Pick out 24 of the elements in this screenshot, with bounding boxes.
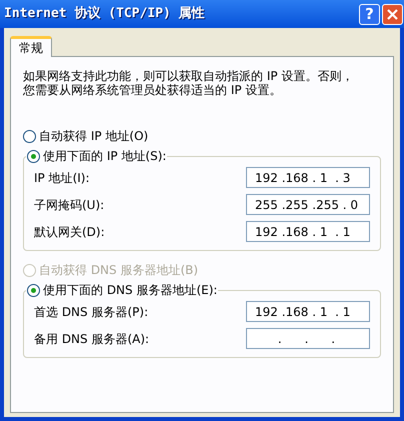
description-line: 您需要从网络系统管理员处获得适当的 IP 设置。	[23, 83, 282, 97]
ip-address-field[interactable]: 255 .255 .255 . 0	[246, 194, 370, 215]
radio-button[interactable]	[27, 284, 40, 296]
help-button[interactable]: ?	[359, 4, 380, 24]
field-label: 备用 DNS 服务器(A):	[34, 330, 150, 348]
ip-address-field[interactable]: . . .	[246, 328, 370, 349]
field-label: 子网掩码(U):	[34, 196, 104, 214]
field-label: IP 地址(I):	[34, 170, 90, 186]
ip-address-field[interactable]: 192 .168 . 1 . 1	[246, 301, 370, 322]
close-icon	[387, 8, 398, 20]
radio-button[interactable]	[27, 150, 40, 162]
close-button[interactable]	[382, 4, 403, 24]
radio-label: 使用下面的 DNS 服务器地址(E):	[43, 282, 218, 299]
ip-address-field[interactable]: 192 .168 . 1 . 1	[246, 221, 370, 242]
window-title: Internet 协议 (TCP/IP) 属性	[4, 4, 205, 24]
tab[interactable]: 常规	[10, 36, 52, 57]
radio-button[interactable]	[23, 130, 36, 142]
radio-label: 使用下面的 IP 地址(S):	[43, 148, 166, 165]
radio-label: 自动获得 DNS 服务器地址(B)	[39, 262, 198, 279]
field-label: 首选 DNS 服务器(P):	[34, 304, 148, 320]
field-label: 默认网关(D):	[34, 224, 105, 240]
radio-label: 自动获得 IP 地址(O)	[39, 128, 148, 145]
description-line: 如果网络支持此功能，则可以获取自动指派的 IP 设置。否则，	[23, 69, 354, 83]
ip-address-field[interactable]: 192 .168 . 1 . 3	[246, 167, 370, 188]
